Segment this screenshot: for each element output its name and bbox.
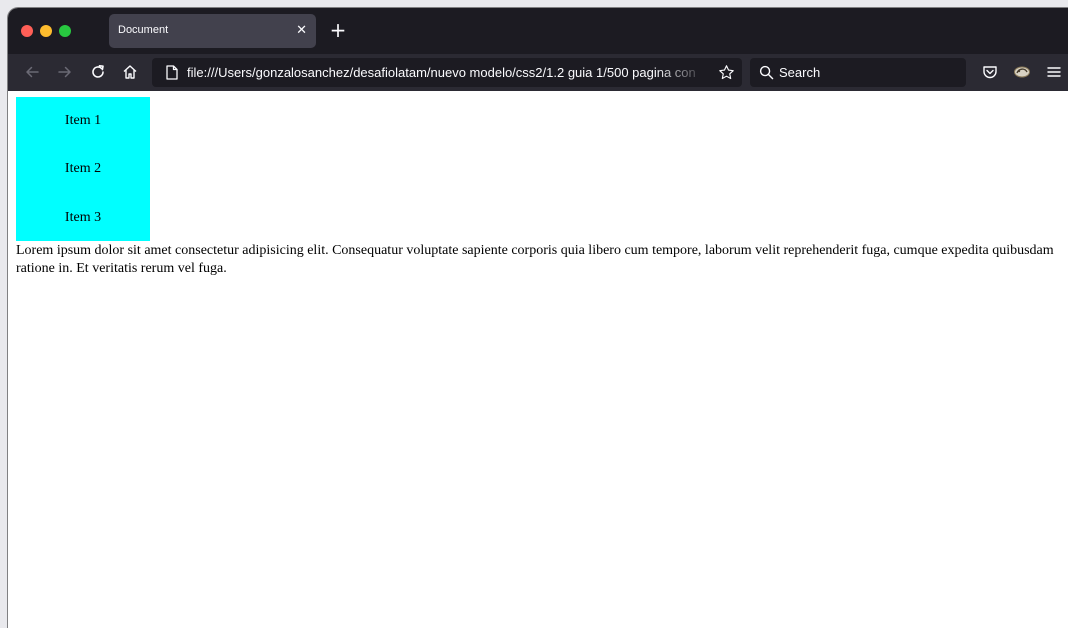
search-icon (759, 65, 774, 80)
tab-title: Document (118, 24, 169, 36)
navigation-toolbar: file:///Users/gonzalosanchez/desafiolata… (8, 54, 1068, 91)
new-tab-button[interactable]: + (326, 18, 350, 42)
title-bar: Document ✕ + (8, 8, 1068, 54)
reload-button[interactable] (86, 60, 110, 84)
hamburger-menu-icon (1047, 67, 1061, 77)
list-item: Item 1 (64, 113, 102, 128)
home-icon (123, 65, 137, 79)
reload-icon (92, 65, 104, 78)
extension-icon (1014, 66, 1030, 78)
page-viewport: Item 1 Item 2 Item 3 Lorem ipsum dolor s… (8, 91, 1068, 628)
star-icon[interactable] (718, 64, 735, 81)
pocket-button[interactable] (978, 60, 1002, 84)
arrow-left-icon (26, 66, 39, 78)
back-button[interactable] (20, 60, 44, 84)
lorem-paragraph: Lorem ipsum dolor sit amet consectetur a… (16, 243, 1054, 276)
app-menu-button[interactable] (1042, 60, 1066, 84)
item-list: Item 1 Item 2 Item 3 (16, 97, 150, 241)
arrow-right-icon (58, 66, 71, 78)
list-item: Item 3 (64, 210, 102, 225)
address-bar-url: file:///Users/gonzalosanchez/desafiolata… (187, 65, 696, 80)
pocket-icon (983, 66, 997, 79)
page-icon (166, 65, 178, 80)
extension-button[interactable] (1010, 60, 1034, 84)
browser-window: Document ✕ + file:///Users/gonzalosanche… (8, 8, 1068, 628)
search-placeholder: Search (779, 65, 821, 80)
search-bar[interactable]: Search (750, 58, 966, 87)
address-bar[interactable]: file:///Users/gonzalosanchez/desafiolata… (152, 58, 742, 87)
list-item: Item 2 (64, 161, 102, 176)
zoom-window-button[interactable] (59, 25, 71, 37)
home-button[interactable] (118, 60, 142, 84)
close-window-button[interactable] (21, 25, 33, 37)
tab-document[interactable]: Document ✕ (109, 14, 316, 48)
tab-close-icon[interactable]: ✕ (296, 21, 307, 41)
minimize-window-button[interactable] (40, 25, 52, 37)
forward-button[interactable] (53, 60, 77, 84)
